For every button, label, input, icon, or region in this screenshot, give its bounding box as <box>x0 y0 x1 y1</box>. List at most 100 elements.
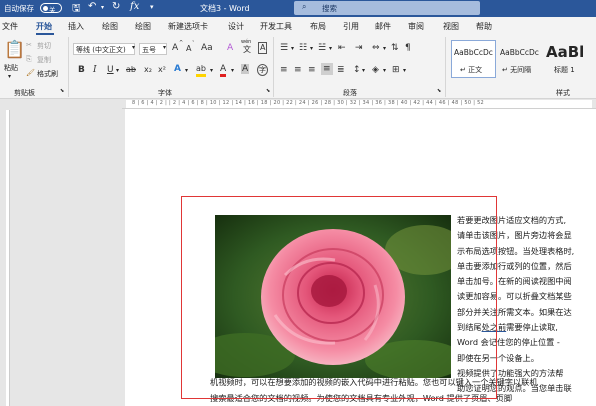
tab-design[interactable]: 设计 <box>228 21 244 32</box>
bullets-icon[interactable]: ☰ <box>280 43 288 53</box>
ribbon: 📋 粘贴 ▾ ✂ 剪切 ⎘ 复制 🖌 格式刷 剪贴板 ⬊ 等线 (中文正文) ▾… <box>0 35 596 99</box>
align-center-icon[interactable]: ≡ <box>294 65 302 75</box>
highlight-icon[interactable]: ab <box>196 64 206 77</box>
shrink-font-icon[interactable]: A <box>186 44 191 54</box>
superscript-icon[interactable]: x² <box>158 65 166 75</box>
paste-label[interactable]: 粘贴 <box>4 63 18 73</box>
tab-view[interactable]: 视图 <box>443 21 459 32</box>
font-size-dropdown-icon[interactable]: ▾ <box>163 44 166 51</box>
style-heading-1[interactable]: AaBl 标题 1 <box>543 40 591 78</box>
underline-icon[interactable]: U <box>107 65 114 75</box>
shading-icon[interactable]: ◈ <box>372 65 379 75</box>
tab-references[interactable]: 引用 <box>343 21 359 32</box>
character-shading-icon[interactable]: A <box>241 64 250 74</box>
tab-review[interactable]: 审阅 <box>408 21 424 32</box>
tab-mailings[interactable]: 邮件 <box>375 21 391 32</box>
tab-developer[interactable]: 开发工具 <box>260 21 292 32</box>
style-heading-1-name: 标题 1 <box>554 66 575 74</box>
clear-formatting-icon[interactable]: A <box>227 43 233 53</box>
line-spacing-icon[interactable]: ↕ <box>353 65 361 75</box>
multilevel-dropdown-icon[interactable]: ▾ <box>329 45 332 52</box>
cut-label[interactable]: 剪切 <box>37 41 51 51</box>
copy-label[interactable]: 复制 <box>37 55 51 65</box>
paste-icon[interactable]: 📋 <box>4 41 25 59</box>
search-placeholder: 搜索 <box>322 4 337 13</box>
copy-icon[interactable]: ⎘ <box>26 55 32 64</box>
shading-dropdown-icon[interactable]: ▾ <box>383 67 386 74</box>
style-no-spacing[interactable]: AaBbCcDc ↵ 无间隔 <box>497 40 542 78</box>
italic-icon[interactable]: I <box>93 65 97 75</box>
paste-dropdown-icon[interactable]: ▾ <box>8 73 11 80</box>
numbering-dropdown-icon[interactable]: ▾ <box>310 45 313 52</box>
sort-icon[interactable]: ⇅ <box>391 43 399 53</box>
paragraph-launcher-icon[interactable]: ⬊ <box>437 88 441 94</box>
decrease-indent-icon[interactable]: ⇤ <box>338 43 346 53</box>
align-left-icon[interactable]: ≡ <box>280 65 288 75</box>
font-name-dropdown-icon[interactable]: ▾ <box>132 44 135 51</box>
numbering-icon[interactable]: ☷ <box>299 43 307 53</box>
shrink-font-arrow-icon: ˇ <box>192 41 195 47</box>
strikethrough-icon[interactable]: ab <box>126 65 136 75</box>
font-name-select[interactable]: 等线 (中文正文) <box>73 43 135 55</box>
cut-icon[interactable]: ✂ <box>26 41 32 49</box>
ruler-marks: 8 | 6 | 4 | 2 | | 2 | 4 | 6 | 8 | 10 | 1… <box>132 100 485 106</box>
save-icon[interactable]: 🖫 <box>72 1 81 18</box>
bullets-dropdown-icon[interactable]: ▾ <box>291 45 294 52</box>
underline-dropdown-icon[interactable]: ▾ <box>116 67 119 74</box>
undo-icon[interactable]: ↶ <box>88 1 96 12</box>
tab-insert[interactable]: 插入 <box>68 21 84 32</box>
chinese-layout-dropdown-icon[interactable]: ▾ <box>383 45 386 52</box>
font-color-dropdown-icon[interactable]: ▾ <box>231 67 234 74</box>
tab-draw[interactable]: 绘图 <box>102 21 118 32</box>
tab-help[interactable]: 帮助 <box>476 21 492 32</box>
horizontal-ruler[interactable]: 8 | 6 | 4 | 2 | | 2 | 4 | 6 | 8 | 10 | 1… <box>122 99 596 109</box>
clipboard-launcher-icon[interactable]: ⬊ <box>60 88 64 94</box>
borders-dropdown-icon[interactable]: ▾ <box>403 67 406 74</box>
format-painter-label[interactable]: 格式刷 <box>37 69 58 79</box>
change-case-icon[interactable]: Aa <box>201 43 213 53</box>
character-border-icon[interactable]: A <box>258 42 268 54</box>
autosave-state: 关 <box>49 6 56 14</box>
line-spacing-dropdown-icon[interactable]: ▾ <box>362 67 365 74</box>
align-right-icon[interactable]: ≡ <box>308 65 316 75</box>
enclose-characters-icon[interactable]: 字 <box>257 64 268 76</box>
show-marks-icon[interactable]: ¶ <box>405 43 411 53</box>
format-painter-icon[interactable]: 🖌 <box>26 69 35 77</box>
vertical-ruler[interactable] <box>6 110 10 406</box>
font-size-value: 五号 <box>142 46 156 54</box>
separator <box>445 37 446 97</box>
borders-icon[interactable]: ⊞ <box>392 65 400 75</box>
bold-icon[interactable]: B <box>78 65 85 75</box>
font-launcher-icon[interactable]: ⬊ <box>266 88 270 94</box>
multilevel-list-icon[interactable]: ☱ <box>318 43 326 53</box>
autosave-toggle[interactable]: 关 <box>40 3 62 14</box>
text-effects-icon[interactable]: A <box>174 64 181 74</box>
tab-home[interactable]: 开始 <box>36 21 52 32</box>
style-no-spacing-preview: AaBbCcDc <box>500 48 539 57</box>
grow-font-arrow-icon: ^ <box>179 40 184 46</box>
chinese-layout-icon[interactable]: ⇔ <box>372 43 380 53</box>
distributed-icon[interactable]: ≣ <box>337 65 345 75</box>
increase-indent-icon[interactable]: ⇥ <box>355 43 363 53</box>
red-highlight-box <box>181 196 497 399</box>
style-normal[interactable]: AaBbCcDc ↵ 正文 <box>451 40 496 78</box>
highlight-dropdown-icon[interactable]: ▾ <box>210 67 213 74</box>
tab-file[interactable]: 文件 <box>2 21 18 32</box>
grow-font-icon[interactable]: A <box>172 43 178 53</box>
undo-dropdown-icon[interactable]: ▾ <box>101 4 104 11</box>
tab-draw-2[interactable]: 绘图 <box>135 21 151 32</box>
text-effects-dropdown-icon[interactable]: ▾ <box>185 67 188 74</box>
font-name-value: 等线 (中文正文) <box>76 46 126 54</box>
tab-layout[interactable]: 布局 <box>310 21 326 32</box>
phonetic-guide-icon[interactable]: 文 <box>243 45 251 55</box>
subscript-icon[interactable]: x₂ <box>144 65 152 75</box>
formula-icon[interactable]: fx <box>130 1 139 12</box>
redo-icon[interactable]: ↻ <box>112 1 120 12</box>
customize-qat-icon[interactable]: ▾ <box>150 3 154 11</box>
tab-new-tab[interactable]: 新建选项卡 <box>168 21 208 32</box>
clipboard-group-label: 剪贴板 <box>14 89 35 97</box>
justify-icon[interactable]: ≡ <box>321 63 333 75</box>
search-box[interactable]: ⌕ 搜索 <box>294 1 480 15</box>
font-group-label: 字体 <box>158 89 172 97</box>
font-color-icon[interactable]: A <box>220 64 227 77</box>
